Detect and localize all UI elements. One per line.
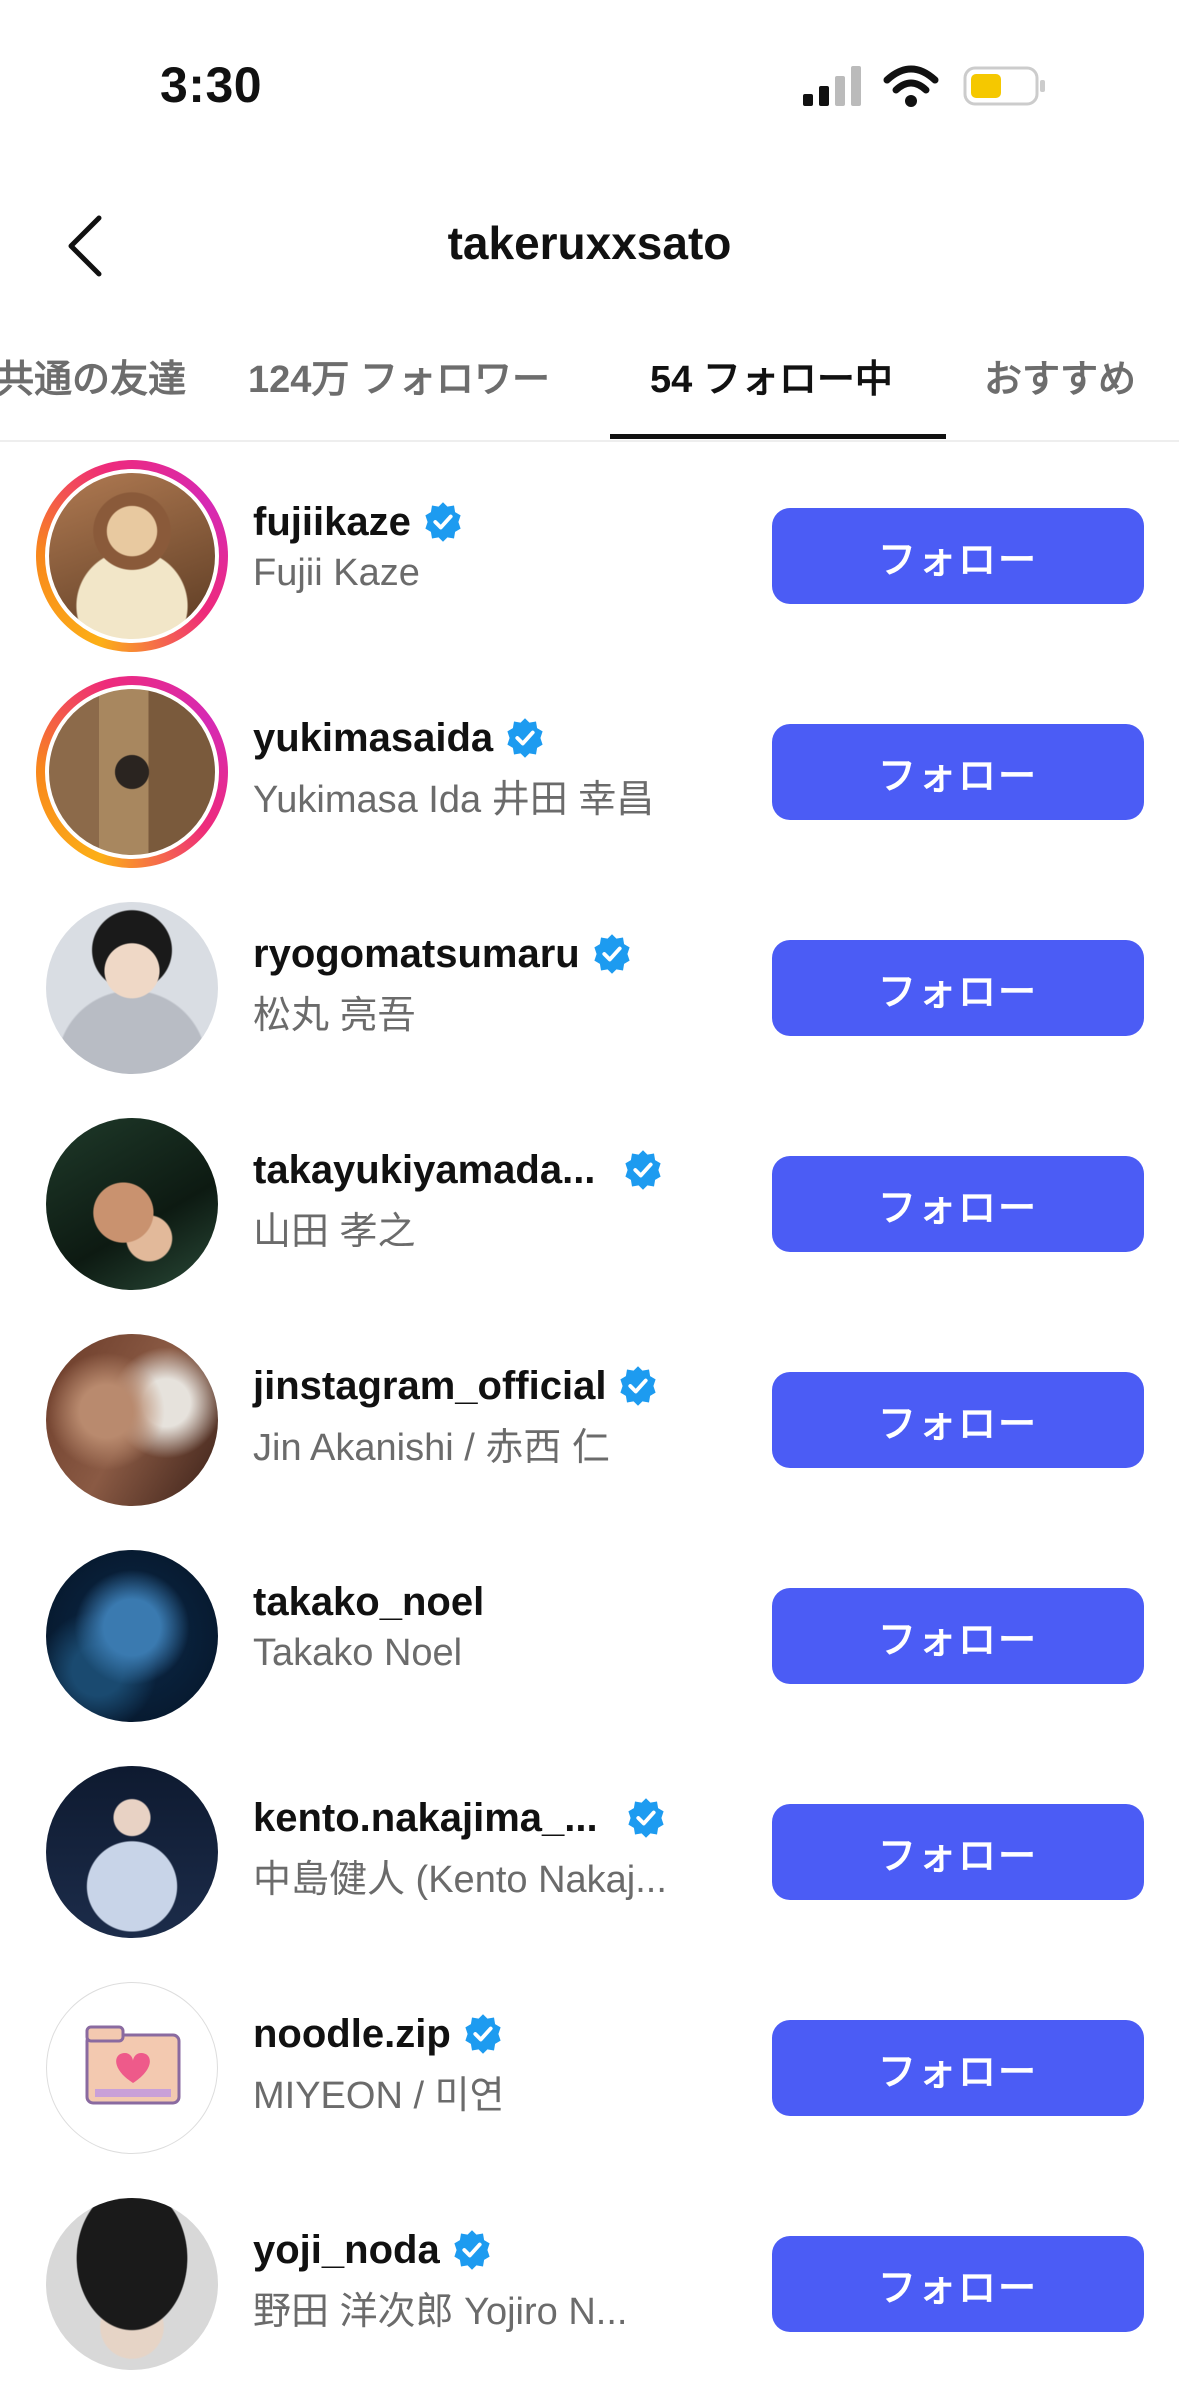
username: fujiikaze [253,499,411,544]
avatar-container[interactable] [36,1324,228,1516]
username: jinstagram_official [253,1363,607,1408]
follow-button[interactable]: フォロー [772,1588,1144,1684]
avatar [46,1118,218,1290]
signal-icon [803,66,861,106]
follow-button[interactable]: フォロー [772,1804,1144,1900]
tab-following[interactable]: 54 フォロー中 [650,348,893,403]
follow-button[interactable]: フォロー [772,2236,1144,2332]
avatar [46,1550,218,1722]
story-ring[interactable] [36,676,228,868]
tab-bar: 共通の友達 124万 フォロワー 54 フォロー中 おすすめ [0,322,1179,442]
avatar [46,1334,218,1506]
battery-icon [963,66,1045,106]
verified-badge-icon [507,718,543,758]
follow-button[interactable]: フォロー [772,940,1144,1036]
tab-followers[interactable]: 124万 フォロワー [248,348,550,403]
full-name: 山田 孝之 [253,1211,416,1253]
tab-suggested[interactable]: おすすめ [984,348,1136,403]
avatar [46,1982,218,2154]
avatar [45,685,219,859]
story-ring[interactable] [36,460,228,652]
list-item[interactable]: takako_noel Takako Noel フォロー [0,1530,1179,1746]
follow-button[interactable]: フォロー [772,724,1144,820]
username: takayukiyamada... [253,1147,596,1192]
avatar [46,2198,218,2370]
follow-button[interactable]: フォロー [772,508,1144,604]
full-name: Jin Akanishi / 赤西 仁 [253,1427,610,1469]
full-name: 松丸 亮吾 [253,995,416,1037]
list-item[interactable]: yukimasaida Yukimasa Ida 井田 幸昌 フォロー [0,666,1179,882]
list-item[interactable]: takayukiyamada... 山田 孝之 フォロー [0,1098,1179,1314]
verified-badge-icon [454,2230,490,2270]
list-item[interactable]: fujiikaze Fujii Kaze フォロー [0,450,1179,666]
list-item[interactable]: kento.nakajima_... 中島健人 (Kento Nakaj... … [0,1746,1179,1962]
status-time: 3:30 [160,57,263,113]
verified-badge-icon [625,1150,662,1190]
username: noodle.zip [253,2011,451,2056]
full-name: 中島健人 (Kento Nakaj... [253,1859,667,1901]
active-tab-indicator [610,434,946,439]
avatar-container[interactable] [36,1756,228,1948]
follow-button[interactable]: フォロー [772,1156,1144,1252]
list-item[interactable]: ryogomatsumaru 松丸 亮吾 フォロー [0,882,1179,1098]
avatar-container[interactable] [36,1540,228,1732]
status-bar: 3:30 [0,0,1179,160]
avatar-container[interactable] [36,1972,228,2164]
full-name: 野田 洋次郎 Yojiro N... [253,2291,628,2333]
username: yoji_noda [253,2227,440,2272]
avatar-container[interactable] [36,1108,228,1300]
avatar-container[interactable] [36,2188,228,2380]
full-name: MIYEON / 미연 [253,2075,505,2117]
avatar-container[interactable] [36,892,228,1084]
avatar [46,902,218,1074]
list-item[interactable]: yoji_noda 野田 洋次郎 Yojiro N... フォロー [0,2178,1179,2394]
verified-badge-icon [620,1366,657,1406]
verified-badge-icon [465,2014,501,2054]
verified-badge-icon [594,934,630,974]
heart-folder-icon [85,2025,181,2105]
follow-button[interactable]: フォロー [772,2020,1144,2116]
username: ryogomatsumaru [253,931,580,976]
verified-badge-icon [627,1798,664,1838]
page-title: takeruxxsato [447,217,732,269]
verified-badge-icon [425,502,461,542]
full-name: Yukimasa Ida 井田 幸昌 [253,779,655,821]
follow-button[interactable]: フォロー [772,1372,1144,1468]
full-name: Fujii Kaze [253,552,420,594]
header: takeruxxsato [0,190,1179,300]
username: kento.nakajima_... [253,1795,598,1840]
wifi-icon [883,65,939,107]
username: takako_noel [253,1579,485,1624]
avatar [45,469,219,643]
list-item[interactable]: noodle.zip MIYEON / 미연 フォロー [0,1962,1179,2178]
avatar [46,1766,218,1938]
full-name: Takako Noel [253,1632,463,1674]
username: yukimasaida [253,715,494,760]
tab-mutual-friends[interactable]: 共通の友達 [0,348,186,403]
list-item[interactable]: jinstagram_official Jin Akanishi / 赤西 仁 … [0,1314,1179,1530]
